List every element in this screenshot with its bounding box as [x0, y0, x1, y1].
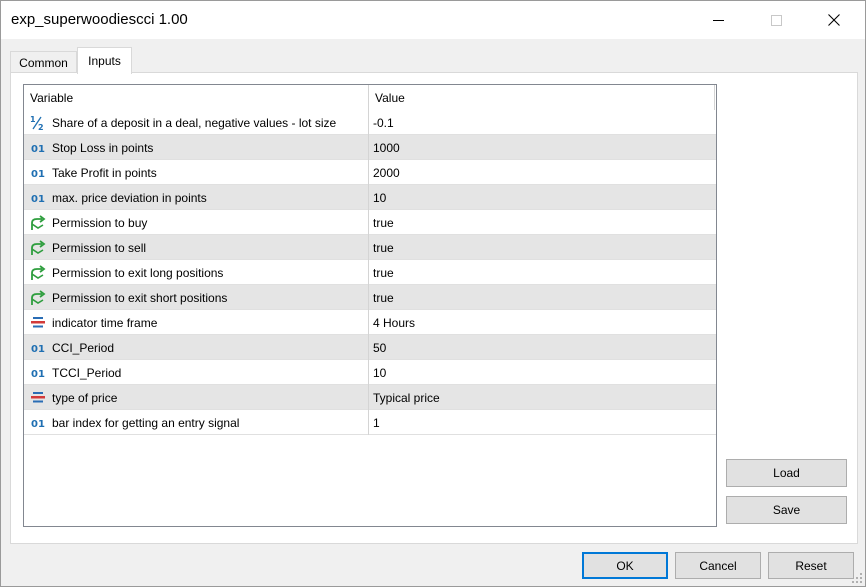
tab-common-label: Common: [19, 55, 68, 70]
variable-name: Permission to exit short positions: [52, 290, 228, 305]
svg-text:1: 1: [30, 115, 36, 124]
window-title: exp_superwoodiescci 1.00: [11, 11, 188, 28]
integer-icon: 01: [28, 138, 48, 158]
tab-common[interactable]: Common: [10, 51, 77, 73]
close-button[interactable]: [811, 1, 857, 39]
maximize-icon: [770, 14, 782, 26]
svg-text:01: 01: [31, 344, 45, 353]
column-header-variable[interactable]: Variable: [24, 85, 369, 110]
svg-text:2: 2: [38, 123, 44, 131]
variable-name: Permission to buy: [52, 215, 148, 230]
svg-text:01: 01: [31, 419, 45, 428]
variable-cell[interactable]: Permission to exit long positions: [24, 260, 369, 285]
integer-icon: 01: [28, 188, 48, 208]
variable-name: max. price deviation in points: [52, 190, 207, 205]
variable-name: indicator time frame: [52, 315, 158, 330]
save-button[interactable]: Save: [726, 496, 847, 524]
variable-name: Take Profit in points: [52, 165, 157, 180]
integer-icon: 01: [28, 163, 48, 183]
column-header-value[interactable]: Value: [369, 85, 715, 110]
variable-cell[interactable]: Permission to buy: [24, 210, 369, 235]
value-cell[interactable]: Typical price: [369, 385, 716, 410]
grid-row[interactable]: 01 Stop Loss in points 1000: [24, 135, 716, 160]
enum-icon: [28, 388, 48, 408]
minimize-button[interactable]: [695, 1, 741, 39]
resize-grip-icon[interactable]: [851, 572, 863, 584]
tab-inputs[interactable]: Inputs: [77, 47, 132, 74]
value-cell[interactable]: 1: [369, 410, 716, 435]
enum-icon: [28, 313, 48, 333]
grid-row[interactable]: 01 CCI_Period 50: [24, 335, 716, 360]
variable-cell[interactable]: type of price: [24, 385, 369, 410]
cancel-button[interactable]: Cancel: [675, 552, 761, 579]
boolean-icon: [28, 263, 48, 283]
variable-cell[interactable]: 01 Take Profit in points: [24, 160, 369, 185]
grid-header: Variable Value: [24, 85, 716, 110]
load-button[interactable]: Load: [726, 459, 847, 487]
boolean-icon: [28, 238, 48, 258]
grid-row[interactable]: 01 Take Profit in points 2000: [24, 160, 716, 185]
inputs-panel: Variable Value 1 2 Share of a deposit in a…: [10, 72, 858, 544]
grid-row[interactable]: Permission to sell true: [24, 235, 716, 260]
minimize-icon: [712, 19, 724, 21]
variable-cell[interactable]: 01 Stop Loss in points: [24, 135, 369, 160]
svg-text:01: 01: [31, 194, 45, 203]
grid-row[interactable]: 1 2 Share of a deposit in a deal, negative…: [24, 110, 716, 135]
variable-cell[interactable]: Permission to exit short positions: [24, 285, 369, 310]
boolean-icon: [28, 213, 48, 233]
integer-icon: 01: [28, 338, 48, 358]
variable-name: Share of a deposit in a deal, negative v…: [52, 115, 337, 130]
value-cell[interactable]: 2000: [369, 160, 716, 185]
variable-name: Permission to sell: [52, 240, 147, 255]
integer-icon: 01: [28, 363, 48, 383]
variable-name: type of price: [52, 390, 118, 405]
value-cell[interactable]: 4 Hours: [369, 310, 716, 335]
tab-inputs-label: Inputs: [88, 54, 121, 68]
variable-cell[interactable]: Permission to sell: [24, 235, 369, 260]
variable-cell[interactable]: 01 max. price deviation in points: [24, 185, 369, 210]
close-icon: [828, 14, 840, 26]
value-cell[interactable]: -0.1: [369, 110, 716, 135]
grid-row[interactable]: 01 TCCI_Period 10: [24, 360, 716, 385]
variable-name: TCCI_Period: [52, 365, 122, 380]
variable-name: Stop Loss in points: [52, 140, 154, 155]
grid-row[interactable]: indicator time frame 4 Hours: [24, 310, 716, 335]
fraction-icon: 12: [28, 113, 48, 133]
variable-cell[interactable]: 01 bar index for getting an entry signal: [24, 410, 369, 435]
dialog-window: exp_superwoodiescci 1.00 Common Inputs V…: [0, 0, 866, 587]
value-cell[interactable]: 50: [369, 335, 716, 360]
variable-name: CCI_Period: [52, 340, 115, 355]
title-bar: exp_superwoodiescci 1.00: [1, 1, 865, 39]
grid-row[interactable]: Permission to exit short positions true: [24, 285, 716, 310]
variable-cell[interactable]: indicator time frame: [24, 310, 369, 335]
svg-text:01: 01: [31, 369, 45, 378]
value-cell[interactable]: true: [369, 235, 716, 260]
value-cell[interactable]: 1000: [369, 135, 716, 160]
ok-button[interactable]: OK: [582, 552, 668, 579]
value-cell[interactable]: 10: [369, 360, 716, 385]
maximize-button[interactable]: [753, 1, 799, 39]
variable-name: bar index for getting an entry signal: [52, 415, 240, 430]
value-cell[interactable]: 10: [369, 185, 716, 210]
grid-row[interactable]: Permission to buy true: [24, 210, 716, 235]
grid-row[interactable]: Permission to exit long positions true: [24, 260, 716, 285]
variable-cell[interactable]: 01 CCI_Period: [24, 335, 369, 360]
variable-cell[interactable]: 01 TCCI_Period: [24, 360, 369, 385]
svg-text:01: 01: [31, 144, 45, 153]
integer-icon: 01: [28, 413, 48, 433]
grid-row[interactable]: 01 bar index for getting an entry signal 1: [24, 410, 716, 435]
svg-text:01: 01: [31, 169, 45, 178]
boolean-icon: [28, 288, 48, 308]
value-cell[interactable]: true: [369, 285, 716, 310]
reset-button[interactable]: Reset: [768, 552, 854, 579]
variable-cell[interactable]: 1 2 Share of a deposit in a deal, negative…: [24, 110, 369, 135]
inputs-grid: Variable Value 1 2 Share of a deposit in a…: [23, 84, 717, 527]
value-cell[interactable]: true: [369, 260, 716, 285]
variable-name: Permission to exit long positions: [52, 265, 224, 280]
grid-row[interactable]: type of price Typical price: [24, 385, 716, 410]
grid-row[interactable]: 01 max. price deviation in points 10: [24, 185, 716, 210]
dialog-client-area: Common Inputs Variable Value 1 2 Share of …: [1, 39, 865, 586]
value-cell[interactable]: true: [369, 210, 716, 235]
